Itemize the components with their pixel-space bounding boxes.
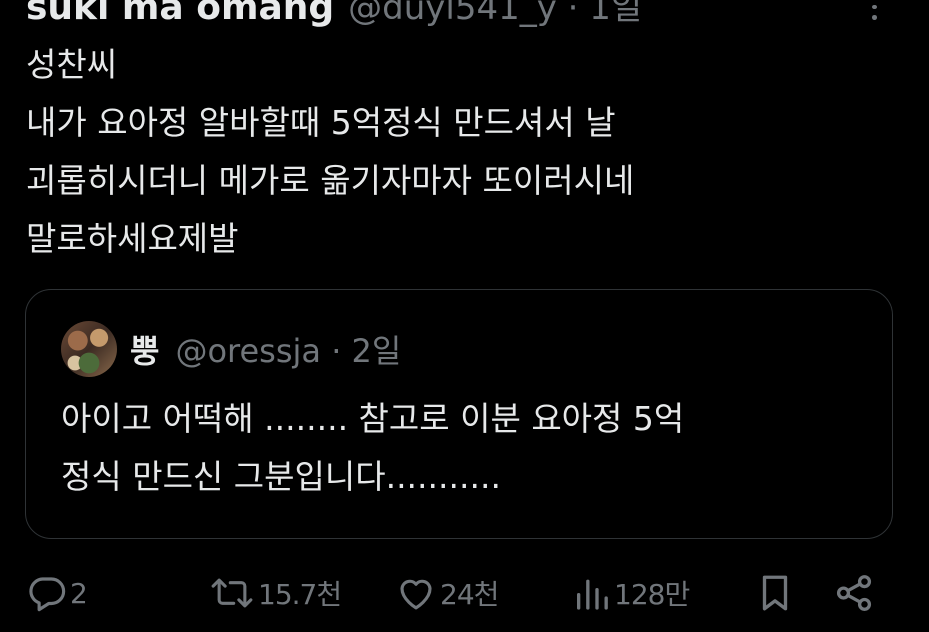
views-button[interactable]: 128만 <box>572 568 690 618</box>
retweet-button[interactable]: 15.7천 <box>208 568 342 618</box>
tweet-text-line: 내가 요아정 알바할때 5억정식 만드셔서 날 <box>26 103 616 142</box>
share-button[interactable] <box>832 568 876 618</box>
reply-icon <box>26 572 68 614</box>
views-count: 128만 <box>614 578 690 611</box>
quote-author-name: 뿡 <box>130 332 160 370</box>
reply-count: 2 <box>70 576 88 610</box>
retweet-count: 15.7천 <box>258 578 342 611</box>
action-bar: 2 15.7천 24천 128만 <box>0 568 929 618</box>
tweet-text-line: 성찬씨 <box>26 45 118 84</box>
like-button[interactable]: 24천 <box>394 568 499 618</box>
quote-header: 뿡 @oressja · 2일 <box>130 326 401 372</box>
author-name[interactable]: suki ma omang <box>26 0 334 28</box>
tweet-text-line: 말로하세요제발 <box>26 219 239 258</box>
tweet-text-line: 괴롭히시더니 메가로 옮기자마자 또이러시네 <box>26 161 635 200</box>
tweet-text: 성찬씨 내가 요아정 알바할때 5억정식 만드셔서 날 괴롭히시더니 메가로 옮… <box>26 36 886 268</box>
quoted-tweet-card[interactable]: 뿡 @oressja · 2일 아이고 어떡해 ........ 참고로 이분 … <box>25 289 893 539</box>
quote-text-line: 아이고 어떡해 ........ 참고로 이분 요아정 5억 <box>61 399 685 438</box>
reply-button[interactable]: 2 <box>26 568 88 618</box>
more-icon[interactable] <box>858 0 890 21</box>
quote-text: 아이고 어떡해 ........ 참고로 이분 요아정 5억 정식 만드신 그분… <box>61 390 881 506</box>
quote-author-handle: @oressja · 2일 <box>175 332 402 370</box>
tweet-header: suki ma omang @duyl541_y · 1일 <box>26 0 642 28</box>
share-icon <box>832 572 876 614</box>
bookmark-icon <box>754 572 796 614</box>
bookmark-button[interactable] <box>754 568 796 618</box>
avatar[interactable] <box>61 321 117 377</box>
heart-icon <box>394 572 438 614</box>
quote-text-line: 정식 만드신 그분입니다........... <box>61 457 501 496</box>
views-icon <box>572 572 612 614</box>
author-handle[interactable]: @duyl541_y · 1일 <box>348 0 642 29</box>
retweet-icon <box>208 572 256 614</box>
like-count: 24천 <box>440 578 499 611</box>
